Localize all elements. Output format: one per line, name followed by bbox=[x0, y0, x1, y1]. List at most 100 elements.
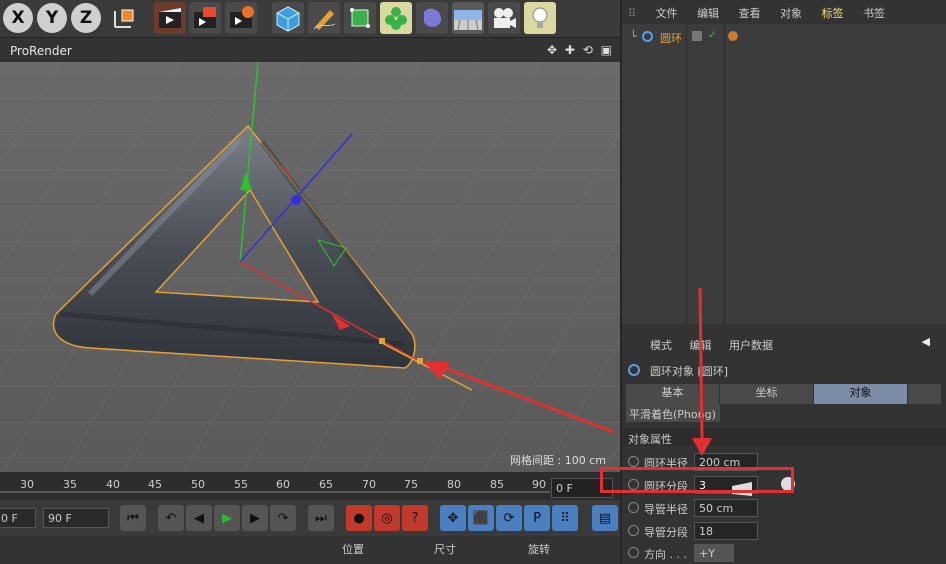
layer-icon[interactable] bbox=[692, 31, 702, 41]
floor-icon[interactable] bbox=[452, 2, 484, 34]
tick-label: 35 bbox=[63, 478, 77, 491]
pipe-radius-field[interactable]: 50 cm bbox=[694, 499, 758, 517]
material-tag-icon[interactable] bbox=[728, 31, 738, 41]
tab-basic[interactable]: 基本 bbox=[626, 384, 720, 404]
start-frame-field[interactable]: 0 F bbox=[0, 508, 36, 528]
anim-dot-icon[interactable] bbox=[628, 502, 639, 513]
rotation-label: 旋转 bbox=[528, 543, 550, 556]
list-item[interactable]: └ 圆环 ✓ bbox=[622, 28, 946, 46]
torus-icon bbox=[642, 31, 653, 42]
pipe-radius-row: 导管半径 50 cm bbox=[626, 498, 766, 518]
menu-edit[interactable]: 编辑 bbox=[697, 7, 719, 20]
go-to-start-icon[interactable]: ⏮ bbox=[120, 505, 146, 531]
menu-view[interactable]: 查看 bbox=[739, 7, 761, 20]
render-picture-viewer-icon[interactable] bbox=[189, 2, 221, 34]
subdivision-icon[interactable] bbox=[344, 2, 376, 34]
object-title: 圆环对象 [圆环] bbox=[650, 365, 729, 378]
tab-phong[interactable]: 平滑着色(Phong) bbox=[626, 404, 720, 422]
parameter-key-icon[interactable]: P bbox=[524, 505, 550, 531]
render-settings-icon[interactable] bbox=[225, 2, 257, 34]
tick-label: 60 bbox=[276, 478, 290, 491]
play-icon[interactable]: ▶ bbox=[214, 505, 240, 531]
viewport-nav-icons[interactable]: ✥ ✚ ⟲ ▣ bbox=[547, 43, 614, 57]
orientation-select[interactable]: +Y bbox=[694, 544, 734, 562]
tick-label: 45 bbox=[148, 478, 162, 491]
tick-label: 65 bbox=[319, 478, 333, 491]
tick-label: 85 bbox=[490, 478, 504, 491]
keyframe-selection-icon[interactable]: ? bbox=[402, 505, 428, 531]
timeline-ruler[interactable]: 30 35 40 45 50 55 60 65 70 75 80 85 90 bbox=[0, 472, 620, 500]
position-label: 位置 bbox=[342, 543, 364, 556]
cloner-icon[interactable] bbox=[380, 2, 412, 34]
move-key-icon[interactable]: ✥ bbox=[440, 505, 466, 531]
record-keyframe-icon[interactable]: ● bbox=[346, 505, 372, 531]
tab-more[interactable] bbox=[908, 384, 942, 404]
anim-dot-icon[interactable] bbox=[628, 547, 639, 558]
anim-dot-icon[interactable] bbox=[628, 525, 639, 536]
main-toolbar: X Y Z bbox=[0, 0, 620, 38]
tab-coordinates[interactable]: 坐标 bbox=[720, 384, 814, 404]
menu-object[interactable]: 对象 bbox=[780, 7, 802, 20]
menu-user-data[interactable]: 用户数据 bbox=[729, 339, 773, 352]
highlight-box bbox=[600, 467, 794, 493]
next-frame-icon[interactable]: ▶ bbox=[242, 505, 268, 531]
tick-label: 50 bbox=[191, 478, 205, 491]
x-axis-button[interactable]: X bbox=[3, 3, 33, 33]
viewport-title: ProRender bbox=[10, 44, 72, 58]
tick-label: 80 bbox=[447, 478, 461, 491]
previous-key-icon[interactable]: ↶ bbox=[158, 505, 184, 531]
object-list[interactable]: └ 圆环 ✓ bbox=[622, 24, 946, 324]
end-frame-field[interactable]: 90 F bbox=[43, 508, 109, 528]
tick-label: 70 bbox=[362, 478, 376, 491]
z-axis-button[interactable]: Z bbox=[71, 3, 101, 33]
viewport-scene bbox=[0, 62, 620, 472]
size-label: 尺寸 bbox=[434, 543, 456, 556]
pipe-radius-label: 导管半径 bbox=[644, 503, 688, 516]
menu-bookmarks[interactable]: 书签 bbox=[863, 7, 885, 20]
menu-tags[interactable]: 标签 bbox=[822, 7, 844, 20]
menu-edit-attr[interactable]: 编辑 bbox=[690, 339, 712, 352]
playback-bar: 0 F 90 F ⏮ ↶ ◀ ▶ ▶ ↷ ⏭ ● ◎ ? ✥ ⬛ ⟳ P ⠿ ▤ bbox=[0, 500, 620, 536]
tab-object[interactable]: 对象 bbox=[814, 384, 908, 404]
menu-file[interactable]: 文件 bbox=[656, 7, 678, 20]
check-icon[interactable]: ✓ bbox=[708, 28, 717, 41]
go-to-end-icon[interactable]: ⏭ bbox=[308, 505, 334, 531]
pipe-segments-row: 导管分段 18 bbox=[626, 521, 766, 541]
attribute-manager-menu: 模式 编辑 用户数据 ◀ bbox=[622, 332, 946, 356]
menu-mode[interactable]: 模式 bbox=[650, 339, 672, 352]
section-title: 对象属性 bbox=[622, 428, 946, 446]
render-view-icon[interactable] bbox=[154, 2, 186, 34]
tick-label: 30 bbox=[20, 478, 34, 491]
grid-spacing-label: 网格间距 : 100 cm bbox=[510, 454, 606, 467]
coordinates-panel: 位置 尺寸 旋转 bbox=[0, 536, 620, 564]
attr-title-row: 圆环对象 [圆环] bbox=[628, 362, 946, 380]
timeline-ticks bbox=[0, 491, 550, 493]
3d-viewport[interactable]: 网格间距 : 100 cm bbox=[0, 62, 620, 472]
tick-label: 75 bbox=[404, 478, 418, 491]
film-icon[interactable]: ▤ bbox=[592, 505, 618, 531]
next-key-icon[interactable]: ↷ bbox=[270, 505, 296, 531]
cube-icon[interactable] bbox=[272, 2, 304, 34]
coord-system-icon[interactable] bbox=[108, 2, 140, 34]
auto-keyframe-icon[interactable]: ◎ bbox=[374, 505, 400, 531]
pipe-segments-field[interactable]: 18 bbox=[694, 522, 758, 540]
viewport-header: ProRender ✥ ✚ ⟲ ▣ bbox=[0, 40, 620, 62]
right-panel: ⠿ 文件 编辑 查看 对象 标签 书签 └ 圆环 ✓ 模式 编辑 用户数据 ◀ … bbox=[600, 0, 946, 564]
light-icon[interactable] bbox=[524, 2, 556, 34]
tick-label: 55 bbox=[234, 478, 248, 491]
y-axis-button[interactable]: Y bbox=[37, 3, 67, 33]
orientation-row: 方向 . . . +Y bbox=[626, 543, 766, 563]
object-manager-menu: ⠿ 文件 编辑 查看 对象 标签 书签 bbox=[622, 0, 946, 24]
scale-key-icon[interactable]: ⬛ bbox=[468, 505, 494, 531]
previous-frame-icon[interactable]: ◀ bbox=[186, 505, 212, 531]
rotate-key-icon[interactable]: ⟳ bbox=[496, 505, 522, 531]
camera-icon[interactable] bbox=[488, 2, 520, 34]
back-arrow-icon[interactable]: ◀ bbox=[922, 335, 930, 348]
point-level-icon[interactable]: ⠿ bbox=[552, 505, 578, 531]
deformer-icon[interactable] bbox=[416, 2, 448, 34]
pen-icon[interactable] bbox=[308, 2, 340, 34]
anim-dot-icon[interactable] bbox=[628, 456, 639, 467]
pipe-segments-label: 导管分段 bbox=[644, 526, 688, 539]
orientation-label: 方向 . . . bbox=[644, 548, 687, 561]
tick-label: 40 bbox=[106, 478, 120, 491]
